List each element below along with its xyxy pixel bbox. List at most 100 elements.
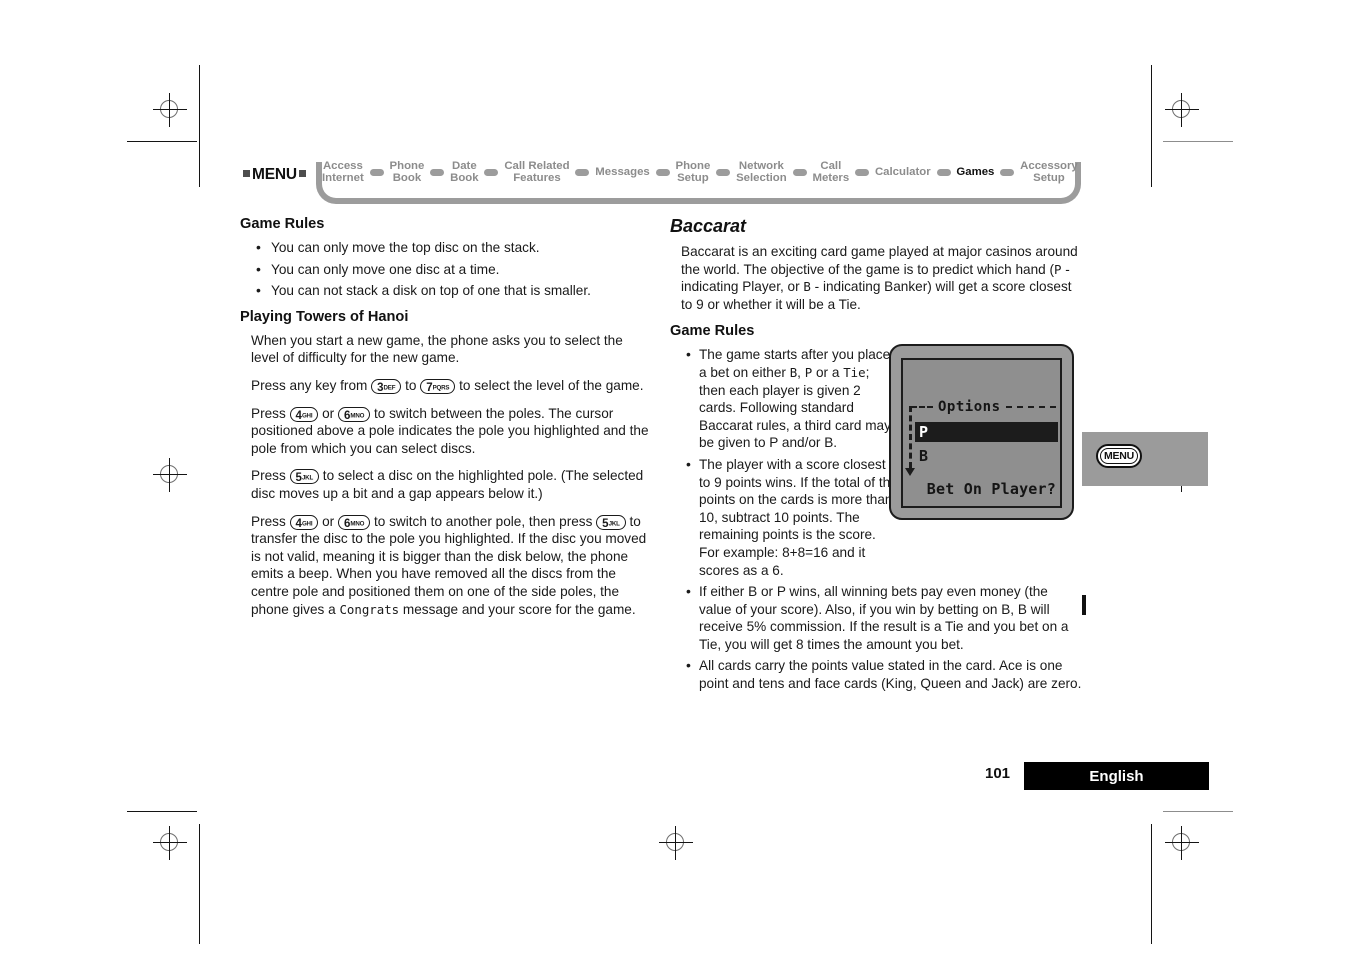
rule-text: If either B or P wins, all winning bets … [699, 584, 1069, 652]
keycap-letters: MNO [350, 520, 365, 528]
nav-item-calculator[interactable]: Calculator [874, 166, 932, 178]
text-fragment: Press [251, 513, 290, 529]
text-fragment: , [797, 364, 805, 380]
text-fragment: to switch to another pole, then press [370, 513, 597, 529]
nav-separator-dot-icon [484, 168, 499, 176]
baccarat-title: Baccarat [670, 216, 747, 236]
menu-key-button[interactable]: MENU [1096, 444, 1142, 468]
left-game-rules-heading: Game Rules [240, 216, 325, 232]
bullet-icon: • [256, 282, 261, 299]
page-number: 101 [985, 765, 1011, 782]
towers-intro-paragraph: When you start a new game, the phone ask… [251, 332, 623, 366]
text-fragment: Press [251, 405, 290, 421]
towers-game-rules-list: • You can only move the top disc on the s… [240, 239, 652, 300]
menu-breadcrumb-nav: MENU Access Internet Phone Book Date Boo… [243, 152, 1081, 204]
keycap-5-jkl: 5JKL [596, 514, 626, 530]
list-item: • The player with a score closest to 9 po… [670, 456, 899, 579]
list-item: • You can not stack a disk on top of one … [240, 282, 652, 300]
list-item: • You can only move the top disc on the s… [240, 239, 652, 257]
rule-text: You can only move the top disc on the st… [271, 240, 540, 255]
keycap-letters: GHI [301, 412, 313, 420]
menu-square-icon-left [243, 170, 250, 177]
nav-item-call-meters[interactable]: Call Meters [811, 160, 850, 185]
keycap-letters: GHI [301, 520, 313, 528]
rule-text: You can not stack a disk on top of one t… [271, 283, 591, 299]
lcd-prompt-text: Bet On Player? [926, 480, 1056, 498]
registration-mark-top-left [153, 93, 187, 127]
crop-mark-top-right-vertical [1151, 65, 1152, 187]
text-fragment: or [318, 405, 338, 421]
crop-mark-bottom-left-horizontal [127, 811, 197, 812]
text-fragment: or a [812, 364, 844, 380]
lcd-option-banker[interactable]: B [915, 446, 1058, 466]
chevron-down-icon[interactable] [905, 468, 915, 476]
menu-label-text: MENU [252, 166, 297, 183]
nav-item-phone-setup[interactable]: Phone Setup [675, 160, 712, 185]
text-fragment: Press [251, 468, 290, 484]
lcd-congrats-text: Congrats [339, 601, 400, 617]
bullet-icon: • [256, 260, 261, 277]
nav-separator-dot-icon [1000, 168, 1015, 176]
keycap-letters: JKL [608, 520, 620, 528]
nav-item-games[interactable]: Games [955, 166, 995, 178]
registration-mark-bottom-right [1165, 826, 1199, 860]
nav-separator-dot-icon [936, 168, 951, 176]
towers-select-disc-paragraph: Press 5JKL to select a disc on the highl… [240, 467, 652, 502]
crop-mark-top-left-vertical [199, 65, 200, 187]
keycap-4-ghi: 4GHI [289, 514, 319, 530]
crop-mark-bottom-left-vertical [199, 824, 200, 944]
nav-item-messages[interactable]: Messages [594, 166, 650, 178]
phone-screen-illustration: Options P B Bet On Player? [889, 344, 1074, 520]
lcd-p-glyph: P [1054, 261, 1062, 277]
nav-item-access-internet[interactable]: Access Internet [321, 160, 365, 185]
lcd-dash-line-right [1005, 406, 1056, 408]
rule-text: You can only move one disc at a time. [271, 261, 500, 277]
nav-item-call-related-features[interactable]: Call Related Features [503, 160, 570, 185]
nav-separator-dot-icon [575, 168, 590, 176]
crop-mark-bottom-right-vertical [1151, 824, 1152, 944]
nav-separator-dot-icon [430, 168, 445, 176]
breadcrumb-items: Access Internet Phone Book Date Book Cal… [321, 152, 1079, 192]
list-item: • If either B or P wins, all winning bets… [670, 583, 1082, 653]
menu-square-icon-right [298, 170, 306, 177]
nav-item-accessory-setup[interactable]: Accessory Setup [1019, 160, 1079, 185]
text-fragment: Press any key from [251, 377, 372, 393]
towers-switch-poles-paragraph: Press 4GHI or 6MNO to switch between the… [240, 405, 652, 458]
keycap-6-mno: 6MNO [337, 514, 371, 530]
lcd-option-player[interactable]: P [915, 422, 1058, 442]
nav-item-network-selection[interactable]: Network Selection [735, 160, 788, 185]
towers-level-paragraph: Press any key from 3DEF to 7PQRS to sele… [240, 377, 652, 395]
list-item: • The game starts after you place a bet o… [670, 346, 899, 452]
crop-mark-top-left-horizontal [127, 141, 197, 142]
registration-mark-bottom-center [659, 826, 693, 860]
nav-separator-dot-icon [369, 168, 384, 176]
text-fragment: to select the level of the game. [455, 377, 644, 393]
lcd-b-glyph: B [803, 279, 811, 295]
lcd-title-text: Options [938, 399, 1001, 415]
keycap-letters: JKL [301, 474, 314, 482]
keycap-letters: MNO [350, 412, 365, 420]
lcd-screen: Options P B Bet On Player? [901, 358, 1062, 508]
lcd-tie-glyph: Tie [843, 364, 866, 380]
left-content-column: Game Rules • You can only move the top di… [240, 216, 652, 628]
keycap-5-jkl: 5JKL [289, 469, 320, 485]
bullet-icon: • [686, 583, 691, 600]
text-fragment: to [401, 377, 421, 393]
registration-mark-middle-left [153, 458, 187, 492]
bullet-icon: • [686, 455, 691, 472]
nav-separator-dot-icon [716, 168, 731, 176]
list-item: • All cards carry the points value stated… [670, 657, 1082, 692]
bullet-icon: • [686, 346, 691, 363]
nav-item-date-book[interactable]: Date Book [449, 160, 479, 185]
menu-key-callout: MENU [1082, 432, 1208, 486]
language-bar: English [1024, 762, 1209, 790]
nav-item-phone-book[interactable]: Phone Book [389, 160, 426, 185]
lcd-title-row: Options [911, 399, 1056, 415]
keycap-6-mno: 6MNO [337, 406, 371, 422]
breadcrumb-menu-label: MENU [243, 166, 306, 184]
rule-text: All cards carry the points value stated … [699, 658, 1082, 692]
towers-transfer-disc-paragraph: Press 4GHI or 6MNO to switch to another … [240, 513, 652, 619]
revision-change-bar [1082, 595, 1086, 615]
baccarat-intro-paragraph: Baccarat is an exciting card game played… [670, 243, 1082, 313]
playing-towers-of-hanoi-heading: Playing Towers of Hanoi [240, 308, 409, 325]
